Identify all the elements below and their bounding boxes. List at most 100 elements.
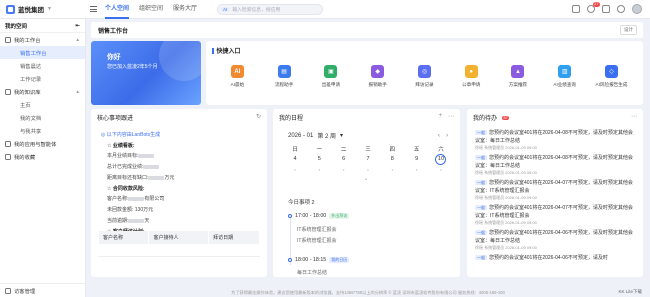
sidebar-item-home[interactable]: 主页 (0, 98, 85, 111)
tab-personal-space[interactable]: 个人空间 (105, 0, 130, 19)
quick-entry-item[interactable]: ▲ 方案推荐 (496, 65, 540, 88)
calendar-day[interactable]: 6 (337, 156, 351, 165)
quick-entry-label: AI风险报告生成 (595, 82, 628, 87)
calendar-day[interactable]: 7 (361, 156, 375, 165)
star-icon (5, 153, 11, 160)
quick-entry-item[interactable]: ▤ 流程助手 (262, 65, 306, 88)
calendar-month[interactable]: 2026 - 01 (288, 133, 313, 139)
priority-tag: 一般 (475, 180, 487, 185)
todo-item[interactable]: 一般 您预约的会议室401将在2026-04-08不可预定，请及时预定其他会议室：… (475, 154, 637, 176)
weekday-label: 四 (389, 147, 396, 153)
quick-entry-item[interactable]: ▣ 出差申请 (309, 65, 353, 88)
welcome-greeting: 你好 (107, 54, 121, 61)
event-time: 17:00 - 18:00 (295, 213, 327, 219)
event-dot: • (391, 167, 394, 172)
quick-entry-header: 快捷入口 (212, 46, 241, 55)
calendar-nav: ‹ › (438, 133, 448, 139)
sidebar-group-label: 我的收藏 (14, 154, 36, 161)
next-week-icon[interactable]: › (446, 133, 448, 139)
kk-lite-download-link[interactable]: KK Lite下载 (618, 289, 642, 295)
ai-generated-link[interactable]: ◎ 以下内容由LanBots生成 (101, 131, 261, 138)
calendar-week[interactable]: 第 2 周 (317, 131, 336, 140)
event-location: IT系统管理汇报会 (297, 238, 337, 244)
calendar-day[interactable]: 10 (435, 154, 447, 165)
masked-value (138, 153, 155, 158)
quick-entry-label: 出差申请 (321, 82, 341, 87)
sidebar-item-work-log[interactable]: 工作记录 (0, 72, 85, 85)
quick-entry-label: 方案推荐 (508, 82, 528, 87)
prev-week-icon[interactable]: ‹ (438, 133, 440, 139)
event-dot-row: • • • • • • • (288, 167, 448, 172)
expand-calendar-icon[interactable]: ⌄ (364, 176, 368, 182)
calendar-day[interactable]: 4 (288, 156, 302, 165)
ai-generated-link-text: 以下内容由LanBots生成 (106, 132, 161, 138)
apps-icon[interactable] (572, 5, 580, 13)
todo-item[interactable]: 一般 您预约的会议室401将在2026-04-06不可预定，请及时 (475, 254, 637, 262)
chevron-up-icon: ▲ (75, 89, 80, 94)
quick-entry-title: 快捷入口 (216, 49, 241, 55)
quick-entry-label: 公章申请 (462, 82, 481, 87)
more-icon[interactable]: + (438, 113, 442, 119)
tab-service-hall[interactable]: 服务大厅 (173, 0, 197, 19)
event-dot: • (440, 167, 442, 172)
today-events-label: 今日事项 (288, 200, 311, 206)
tab-org-space[interactable]: 组织空间 (139, 0, 163, 19)
more-options-icon[interactable]: ⋯ (631, 113, 637, 120)
info-row-label: 本月业绩目标: (107, 153, 139, 159)
sidebar-group-apps[interactable]: 我的应用与智能体 (0, 137, 85, 150)
notification-badge: 27 (592, 2, 600, 7)
more-options-icon[interactable]: ⋯ (448, 113, 454, 120)
event-tag: 外出拜访 (329, 213, 350, 219)
chevron-down-icon[interactable]: ▾ (340, 132, 343, 139)
sidebar-item-sales-workbench[interactable]: 销售工作台 (0, 46, 85, 59)
quick-entry-item[interactable]: ▥ AI业绩查询 (543, 65, 587, 88)
today-events-count: 今日事项 2 (288, 198, 315, 206)
quick-entry-item[interactable]: ● 公章申请 (449, 65, 493, 88)
sidebar-item-sales-morning[interactable]: 销售晨达 (0, 59, 85, 72)
quick-entry-item[interactable]: ◎ 拜访记录 (402, 65, 446, 88)
sidebar-group-workbench[interactable]: 我的工作台 ▲ (0, 33, 85, 46)
collapse-icon[interactable]: ⇤ (75, 23, 80, 29)
ai-icon: AI (230, 65, 244, 78)
notification-bell-icon[interactable]: 27 (587, 2, 600, 13)
message-icon[interactable] (602, 5, 610, 13)
avatar[interactable] (632, 4, 642, 14)
todo-meta: 徐瑶 系统管理员 2026-01-09 09:00 (475, 195, 537, 200)
quick-entry-item[interactable]: AI AI晨始 (215, 65, 259, 88)
event-title: 每日工作总结 (297, 270, 328, 276)
chevron-up-icon: ▲ (75, 37, 80, 42)
todo-header: 我的待办 87 (473, 113, 510, 122)
sidebar-group-favorites[interactable]: 我的收藏 (0, 150, 85, 163)
schedule-header: 我的日程 (279, 113, 303, 122)
calendar-day[interactable]: 8 (385, 156, 399, 165)
menu-toggle-icon[interactable] (90, 6, 97, 12)
todo-item[interactable]: 一般 您预约的会议室401将在2026-04-07不可预定，请及时预定其他会议室：… (475, 179, 637, 201)
sidebar-item-shared[interactable]: 与我共享 (0, 124, 85, 137)
quick-entry-item[interactable]: ◇ AI风险报告生成 (590, 65, 634, 88)
event-item[interactable]: 17:00 - 18:00 外出拜访 (288, 213, 350, 219)
todo-item[interactable]: 一般 您预约的会议室401将在2026-04-07不可预定，请及时预定其他会议室：… (475, 204, 637, 226)
graduation-icon: ▲ (511, 65, 525, 78)
search-ai-tag[interactable]: AI (221, 6, 230, 12)
event-dot: • (342, 167, 345, 172)
calendar-day[interactable]: 5 (312, 156, 326, 165)
search-input[interactable]: AI 输入检索信息，搜应用 (217, 3, 324, 15)
brand[interactable]: 蓝悦集团 ▼ (0, 4, 90, 14)
brand-name: 蓝悦集团 (18, 7, 44, 14)
event-item[interactable]: 18:00 - 18:15 我的日历 (288, 257, 350, 263)
sidebar-footer[interactable]: 访客管理 (0, 283, 86, 297)
quick-entry-label: AI晨始 (230, 82, 245, 87)
page-header: 销售工作台 设计 (91, 22, 643, 38)
priority-tag: 一般 (475, 130, 487, 135)
todo-item[interactable]: 一般 您预约的会议室401将在2026-04-06不可预定，请及时预定其他会议室：… (475, 229, 637, 251)
sidebar-group-knowledge[interactable]: 我的知识库 ▲ (0, 85, 85, 98)
settings-button[interactable]: 设计 (620, 25, 637, 35)
refresh-icon[interactable]: ↻ (256, 113, 261, 120)
help-icon[interactable] (617, 5, 625, 13)
calendar-day[interactable]: 9 (410, 156, 424, 165)
quick-entry-item[interactable]: ◆ 报销助手 (356, 65, 400, 88)
sidebar-item-my-docs[interactable]: 我的文档 (0, 111, 85, 124)
visitor-icon (5, 287, 11, 294)
weekday-label: 六 (438, 147, 444, 153)
todo-item[interactable]: 一般 您预约的会议室401将在2026-04-08不可预定，请及时预定其他会议室：… (475, 129, 637, 151)
